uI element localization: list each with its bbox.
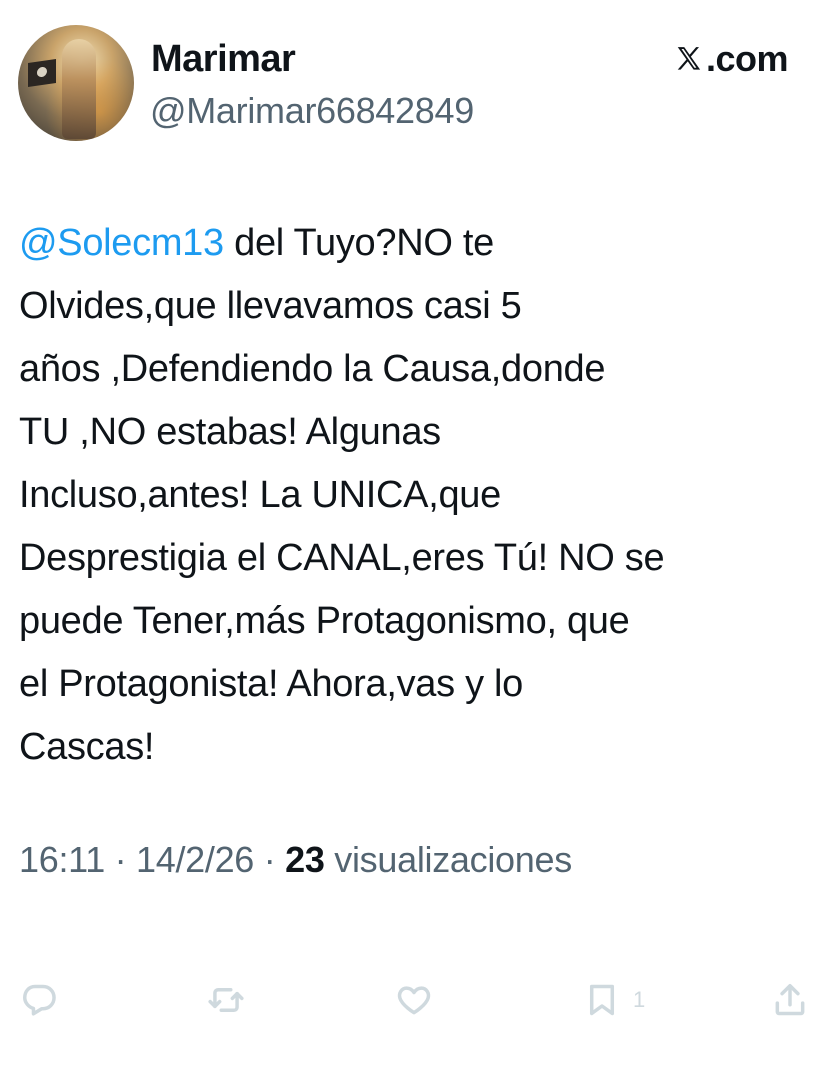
like-icon	[397, 986, 431, 1015]
author-name[interactable]: Marimar	[151, 38, 296, 80]
meta-separator: ·	[254, 839, 286, 880]
bookmark-count: 1	[633, 987, 646, 1012]
bookmark-icon	[589, 984, 615, 1016]
share-button[interactable]	[771, 978, 809, 1022]
avatar-flag	[28, 59, 56, 87]
tweet-date[interactable]: 14/2/26	[136, 839, 254, 880]
mention-link[interactable]: @Solecm13	[19, 222, 224, 264]
share-icon	[775, 984, 805, 1016]
meta-separator: ·	[104, 839, 137, 880]
tweet-meta: 16:11 · 14/2/26 · 23 visualizaciones	[19, 836, 572, 884]
x-logo-icon	[677, 47, 701, 70]
retweet-icon	[208, 987, 244, 1013]
brand: .com	[674, 38, 789, 80]
reply-icon	[23, 984, 56, 1016]
tweet-body: del Tuyo?NO te Olvides,que llevavamos ca…	[19, 222, 665, 768]
retweet-button[interactable]	[207, 978, 245, 1022]
reply-button[interactable]	[20, 978, 58, 1022]
like-button[interactable]	[395, 978, 433, 1022]
avatar[interactable]	[18, 25, 134, 141]
tweet-text: @Solecm13 del Tuyo?NO te Olvides,que lle…	[19, 212, 819, 779]
brand-label: .com	[705, 38, 789, 79]
avatar-figure	[62, 39, 96, 139]
bookmark-button[interactable]: 1	[583, 978, 645, 1022]
views-count: 23	[285, 839, 325, 880]
author-handle[interactable]: @Marimar66842849	[150, 90, 474, 132]
action-bar: 1	[0, 978, 828, 1022]
views-label: visualizaciones	[324, 839, 572, 880]
tweet-time[interactable]: 16:11	[19, 839, 105, 880]
